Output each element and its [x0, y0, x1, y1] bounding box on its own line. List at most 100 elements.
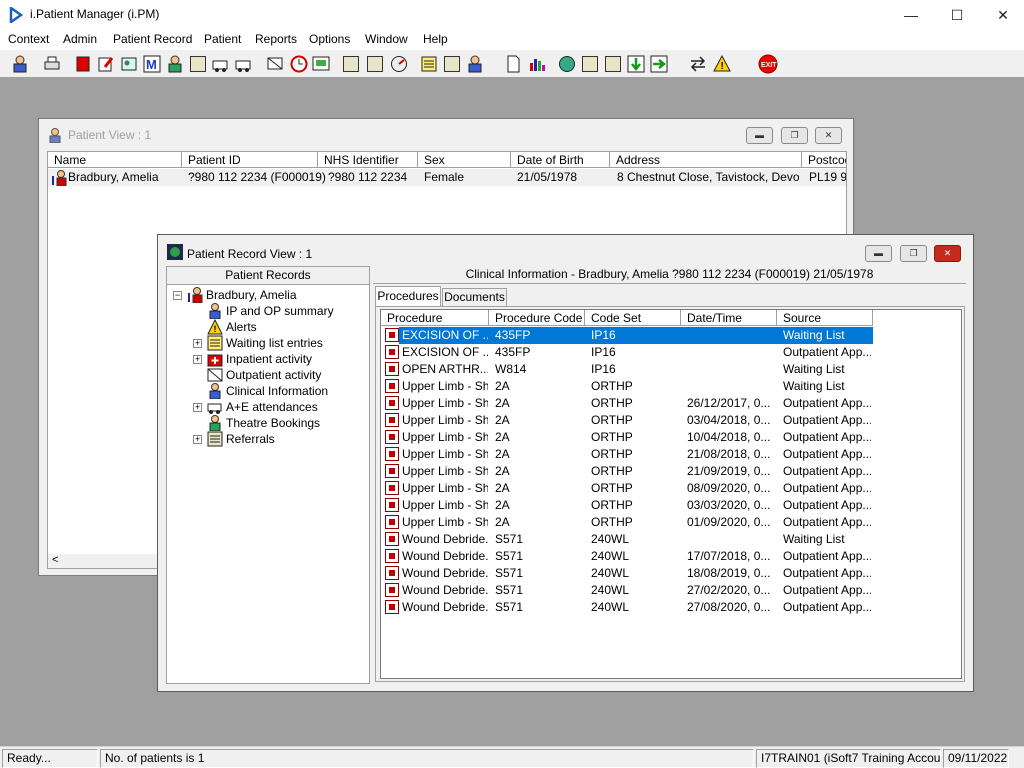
minimize-button[interactable]: ▬	[865, 245, 892, 262]
exit-icon[interactable]: EXIT	[757, 53, 779, 75]
column-header-sex[interactable]: Sex	[418, 152, 511, 168]
close-button[interactable]: ✕	[980, 0, 1024, 30]
tree-item-inpatient[interactable]: Inpatient activity	[207, 351, 312, 367]
tab-procedures[interactable]: Procedures	[375, 286, 441, 306]
table-row[interactable]: EXCISION OF ... 435FP IP16 Waiting List	[381, 327, 961, 344]
tree-item-ae-attendances[interactable]: A+E attendances	[207, 399, 318, 415]
record-view-title: Patient Record View : 1	[187, 247, 313, 261]
card-list-icon[interactable]	[364, 53, 386, 75]
patient-record-view-window[interactable]: Patient Record View : 1 ▬ ❐ ✕ Patient Re…	[157, 234, 974, 692]
menu-reports[interactable]: Reports	[255, 30, 297, 46]
menu-patient-record[interactable]: Patient Record	[113, 30, 192, 46]
folder-person-icon[interactable]	[340, 53, 362, 75]
arrow-right-green-icon[interactable]	[648, 53, 670, 75]
ambulance-icon[interactable]	[210, 53, 232, 75]
table-row[interactable]: Wound Debride... S571 240WL Waiting List	[381, 531, 961, 548]
procedure-source: Waiting List	[783, 532, 845, 546]
table-row[interactable]: Wound Debride... S571 240WL 18/08/2019, 0..…	[381, 565, 961, 582]
table-row[interactable]: OPEN ARTHR... W814 IP16 Waiting List	[381, 361, 961, 378]
column-header-patient-id[interactable]: Patient ID	[182, 152, 318, 168]
menu-options[interactable]: Options	[309, 30, 350, 46]
m-icon[interactable]: M	[141, 53, 163, 75]
edit-red-icon[interactable]	[95, 53, 117, 75]
table-row[interactable]: Upper Limb - Sh... 2A ORTHP 03/04/2018, 0..…	[381, 412, 961, 429]
checklist-icon[interactable]	[579, 53, 601, 75]
globe-icon[interactable]	[556, 53, 578, 75]
patient-search-icon[interactable]	[464, 53, 486, 75]
column-header-dob[interactable]: Date of Birth	[511, 152, 610, 168]
expand-toggle[interactable]: +	[193, 435, 202, 444]
column-header-procedure-code[interactable]: Procedure Code	[489, 310, 585, 326]
menu-help[interactable]: Help	[423, 30, 448, 46]
monitor-icon[interactable]	[310, 53, 332, 75]
column-header-name[interactable]: Name	[48, 152, 182, 168]
maximize-button[interactable]: ☐	[934, 0, 980, 30]
note-edit-icon[interactable]	[187, 53, 209, 75]
menu-bar: Context Admin Patient Record Patient Rep…	[0, 30, 1024, 50]
column-header-postcode[interactable]: Postcode	[802, 152, 846, 168]
tree-item-clinical-information[interactable]: Clinical Information	[207, 383, 328, 399]
dial-icon[interactable]	[388, 53, 410, 75]
column-header-procedure[interactable]: Procedure	[381, 310, 489, 326]
book-red-icon[interactable]	[72, 53, 94, 75]
expand-toggle[interactable]: +	[193, 339, 202, 348]
close-button[interactable]: ✕	[815, 127, 842, 144]
table-row[interactable]: Wound Debride... S571 240WL 27/08/2020, 0..…	[381, 599, 961, 616]
tree-item-ip-op-summary[interactable]: IP and OP summary	[207, 303, 334, 319]
swap-icon[interactable]	[687, 53, 709, 75]
patient-icon[interactable]	[9, 53, 31, 75]
transfer-icon[interactable]	[441, 53, 463, 75]
tab-documents[interactable]: Documents	[442, 288, 507, 306]
notes-icon[interactable]	[418, 53, 440, 75]
tree-item-alerts[interactable]: ! Alerts	[207, 319, 257, 335]
tree-item-outpatient[interactable]: Outpatient activity	[207, 367, 321, 383]
table-row[interactable]: Upper Limb - Sh... 2A ORTHP Waiting List	[381, 378, 961, 395]
column-header-date-time[interactable]: Date/Time	[681, 310, 777, 326]
table-row[interactable]: Upper Limb - Sh... 2A ORTHP 21/09/2019, 0..…	[381, 463, 961, 480]
menu-patient[interactable]: Patient	[204, 30, 241, 46]
column-header-code-set[interactable]: Code Set	[585, 310, 681, 326]
printer-icon[interactable]	[41, 53, 63, 75]
table-row[interactable]: Upper Limb - Sh... 2A ORTHP 08/09/2020, 0..…	[381, 480, 961, 497]
ambulance-alt-icon[interactable]	[233, 53, 255, 75]
arrow-down-green-icon[interactable]	[625, 53, 647, 75]
collapse-toggle[interactable]: −	[173, 291, 182, 300]
tree-item-theatre-bookings[interactable]: Theatre Bookings	[207, 415, 320, 431]
column-header-source[interactable]: Source	[777, 310, 873, 326]
column-header-address[interactable]: Address	[610, 152, 802, 168]
warning-icon[interactable]: !	[711, 53, 733, 75]
tree-item-referrals[interactable]: Referrals	[207, 431, 275, 447]
close-button[interactable]: ✕	[934, 245, 961, 262]
minimize-button[interactable]: ▬	[746, 127, 773, 144]
restore-button[interactable]: ❐	[900, 245, 927, 262]
table-row[interactable]: Upper Limb - Sh... 2A ORTHP 26/12/2017, 0..…	[381, 395, 961, 412]
table-row[interactable]: Bradbury, Amelia ?980 112 2234 (F000019)…	[48, 169, 846, 186]
procedures-panel: Procedure Procedure Code Code Set Date/T…	[375, 306, 965, 682]
table-row[interactable]: EXCISION OF ... 435FP IP16 Outpatient App..…	[381, 344, 961, 361]
expand-toggle[interactable]: +	[193, 403, 202, 412]
menu-context[interactable]: Context	[8, 30, 49, 46]
procedure-code: W814	[495, 362, 527, 376]
checklist-alt-icon[interactable]	[602, 53, 624, 75]
id-card-icon[interactable]	[118, 53, 140, 75]
nurse-icon[interactable]	[164, 53, 186, 75]
restore-button[interactable]: ❐	[781, 127, 808, 144]
table-row[interactable]: Upper Limb - Sh... 2A ORTHP 01/09/2020, 0..…	[381, 514, 961, 531]
tree-root-patient[interactable]: Bradbury, Amelia	[187, 287, 297, 303]
table-row[interactable]: Upper Limb - Sh... 2A ORTHP 21/08/2018, 0..…	[381, 446, 961, 463]
clock-icon[interactable]	[288, 53, 310, 75]
scroll-left-icon[interactable]: <	[52, 554, 58, 566]
bar-chart-icon[interactable]	[526, 53, 548, 75]
menu-window[interactable]: Window	[365, 30, 408, 46]
tree-item-waiting-list[interactable]: Waiting list entries	[207, 335, 323, 351]
table-row[interactable]: Wound Debride... S571 240WL 17/07/2018, 0..…	[381, 548, 961, 565]
table-row[interactable]: Upper Limb - Sh... 2A ORTHP 10/04/2018, 0..…	[381, 429, 961, 446]
bed-icon[interactable]	[264, 53, 286, 75]
minimize-button[interactable]: —	[888, 0, 934, 30]
expand-toggle[interactable]: +	[193, 355, 202, 364]
table-row[interactable]: Wound Debride... S571 240WL 27/02/2020, 0..…	[381, 582, 961, 599]
menu-admin[interactable]: Admin	[63, 30, 97, 46]
table-row[interactable]: Upper Limb - Sh... 2A ORTHP 03/03/2020, 0..…	[381, 497, 961, 514]
column-header-nhs[interactable]: NHS Identifier	[318, 152, 418, 168]
document-icon[interactable]	[502, 53, 524, 75]
